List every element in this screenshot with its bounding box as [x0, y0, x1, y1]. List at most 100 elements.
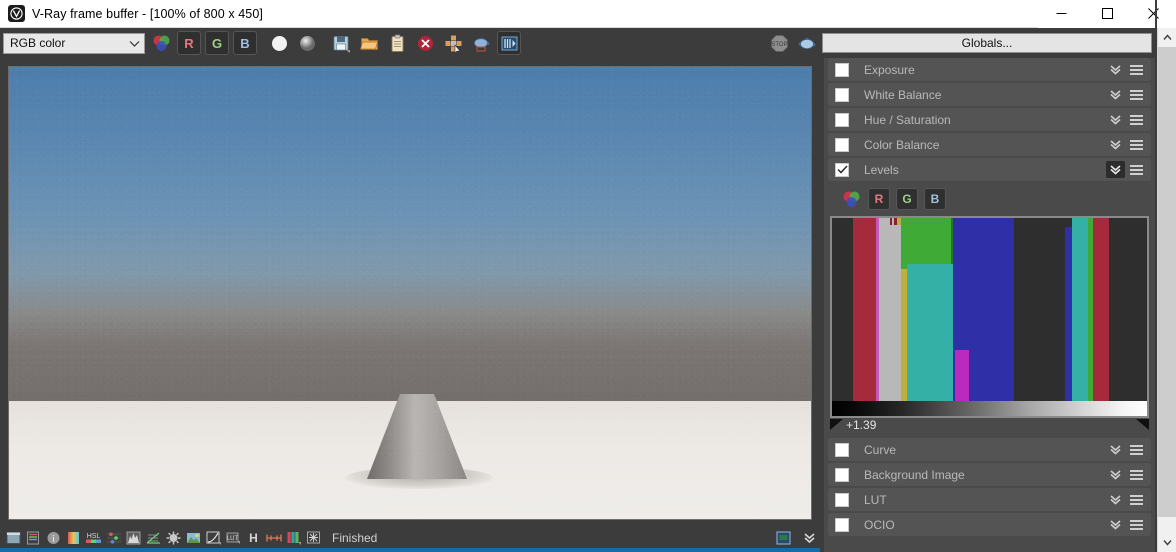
scroll-down-button[interactable] — [1158, 533, 1176, 552]
levels-red-channel-button[interactable]: R — [868, 188, 890, 210]
render-viewport[interactable] — [8, 66, 812, 520]
levels-checkbox[interactable] — [835, 162, 849, 177]
channels-bars-icon[interactable] — [284, 529, 303, 547]
hamburger-menu-icon[interactable] — [1127, 441, 1146, 458]
chevron-down-icon[interactable] — [1106, 86, 1125, 103]
channel-select[interactable]: RGB color — [3, 32, 145, 54]
hamburger-menu-icon[interactable] — [1127, 61, 1146, 78]
globals-button[interactable]: Globals... — [822, 33, 1152, 53]
copy-to-clipboard-button[interactable] — [385, 31, 409, 55]
levels-green-channel-button[interactable]: G — [896, 188, 918, 210]
chevron-down-icon[interactable] — [1106, 441, 1125, 458]
white-point-handle[interactable] — [1136, 419, 1149, 430]
svg-text:H: H — [249, 531, 258, 545]
effect-label-levels: Levels — [864, 162, 899, 177]
effect-label-exposure: Exposure — [864, 62, 915, 77]
effect-row-background-image[interactable]: Background Image — [828, 463, 1151, 486]
curve-checkbox[interactable] — [835, 442, 849, 457]
background-image-checkbox[interactable] — [835, 467, 849, 482]
rgb-color-channels-button[interactable] — [149, 31, 173, 55]
title-bar: V-Ray frame buffer - [100% of 800 x 450] — [0, 0, 1176, 28]
hamburger-menu-icon[interactable] — [1127, 516, 1146, 533]
effect-row-lut[interactable]: LUT — [828, 488, 1151, 511]
minimize-button[interactable] — [1038, 0, 1084, 28]
green-channel-button[interactable]: G — [205, 31, 229, 55]
chevron-down-icon[interactable] — [1106, 516, 1125, 533]
pixel-grid-icon[interactable] — [304, 529, 323, 547]
levels-histogram[interactable] — [830, 216, 1149, 401]
levels-body: R G B +1.39 — [824, 183, 1155, 434]
white-balance-icon[interactable] — [164, 529, 183, 547]
ocio-checkbox[interactable] — [835, 517, 849, 532]
hamburger-menu-icon[interactable] — [1127, 161, 1146, 178]
alpha-view-button[interactable] — [295, 31, 319, 55]
levels-gradient-ramp[interactable] — [830, 401, 1149, 418]
effect-row-color-balance[interactable]: Color Balance — [828, 133, 1151, 156]
color-balance-icon[interactable] — [104, 529, 123, 547]
close-button[interactable] — [1130, 0, 1176, 28]
info-icon[interactable]: i — [44, 529, 63, 547]
effect-row-hue-saturation[interactable]: Hue / Saturation — [828, 108, 1151, 131]
lut-checkbox[interactable] — [835, 492, 849, 507]
effect-row-exposure[interactable]: Exposure — [828, 58, 1151, 81]
chevron-down-icon[interactable] — [1106, 111, 1125, 128]
curve-editor-icon[interactable] — [204, 529, 223, 547]
blue-channel-label: B — [240, 35, 250, 51]
white-balance-checkbox[interactable] — [835, 87, 849, 102]
save-image-button[interactable] — [329, 31, 353, 55]
effect-label-curve: Curve — [864, 442, 897, 457]
hamburger-menu-icon[interactable] — [1127, 466, 1146, 483]
hamburger-menu-icon[interactable] — [1127, 491, 1146, 508]
render-last-button[interactable] — [469, 31, 493, 55]
levels-histogram-icon[interactable] — [124, 529, 143, 547]
clear-image-button[interactable] — [413, 31, 437, 55]
hue-saturation-checkbox[interactable] — [835, 112, 849, 127]
red-channel-button[interactable]: R — [177, 31, 201, 55]
load-image-button[interactable] — [357, 31, 381, 55]
levels-blue-channel-button[interactable]: B — [924, 188, 946, 210]
stereo-icon[interactable] — [264, 529, 283, 547]
effect-row-white-balance[interactable]: White Balance — [828, 83, 1151, 106]
effect-row-levels[interactable]: Levels — [828, 158, 1151, 181]
render-history-icon[interactable] — [4, 529, 23, 547]
scroll-up-button[interactable] — [1158, 28, 1176, 47]
chevron-down-icon[interactable] — [1106, 61, 1125, 78]
effect-row-ocio[interactable]: OCIO — [828, 513, 1151, 536]
lut-icon[interactable]: LUT — [224, 529, 243, 547]
effects-bottom-group: Curve Background Image LUT OCIO — [824, 438, 1155, 536]
exposure-gradient-icon[interactable] — [64, 529, 83, 547]
levels-channel-row: R G B — [824, 187, 1155, 211]
stop-render-button[interactable]: STOP — [767, 31, 791, 55]
chevron-down-icon[interactable] — [1106, 491, 1125, 508]
effects-panel: Exposure White Balance Hue / Saturation — [824, 58, 1155, 552]
horizontal-lines-icon[interactable]: H — [244, 529, 263, 547]
black-point-handle[interactable] — [830, 419, 843, 430]
hamburger-menu-icon[interactable] — [1127, 86, 1146, 103]
hamburger-menu-icon[interactable] — [1127, 136, 1146, 153]
monochrome-view-button[interactable] — [267, 31, 291, 55]
globals-container: Globals... — [822, 33, 1152, 53]
chevron-down-icon[interactable] — [1106, 466, 1125, 483]
exposure-checkbox[interactable] — [835, 62, 849, 77]
chevron-down-icon[interactable] — [1106, 136, 1125, 153]
background-image-icon[interactable] — [184, 529, 203, 547]
color-corrections-icon[interactable] — [24, 529, 43, 547]
panel-scrollbar[interactable] — [1157, 28, 1176, 552]
expand-chevron-icon[interactable] — [800, 529, 819, 547]
scrollbar-thumb[interactable] — [1158, 47, 1176, 517]
levels-rgb-channel-button[interactable] — [840, 188, 862, 210]
status-text: Finished — [332, 531, 378, 545]
region-render-button[interactable] — [441, 31, 465, 55]
maximize-button[interactable] — [1084, 0, 1130, 28]
hamburger-menu-icon[interactable] — [1127, 111, 1146, 128]
effect-row-curve[interactable]: Curve — [828, 438, 1151, 461]
hsl-icon[interactable]: HSL — [84, 529, 103, 547]
levels-ramp-wrap: +1.39 — [830, 401, 1149, 434]
blue-channel-button[interactable]: B — [233, 31, 257, 55]
color-balance-checkbox[interactable] — [835, 137, 849, 152]
track-render-button[interactable] — [497, 31, 521, 55]
render-teapot-button[interactable] — [795, 31, 819, 55]
curve-icon[interactable] — [144, 529, 163, 547]
viewport-toggle-icon[interactable] — [774, 529, 793, 547]
chevron-down-icon[interactable] — [1106, 161, 1125, 178]
